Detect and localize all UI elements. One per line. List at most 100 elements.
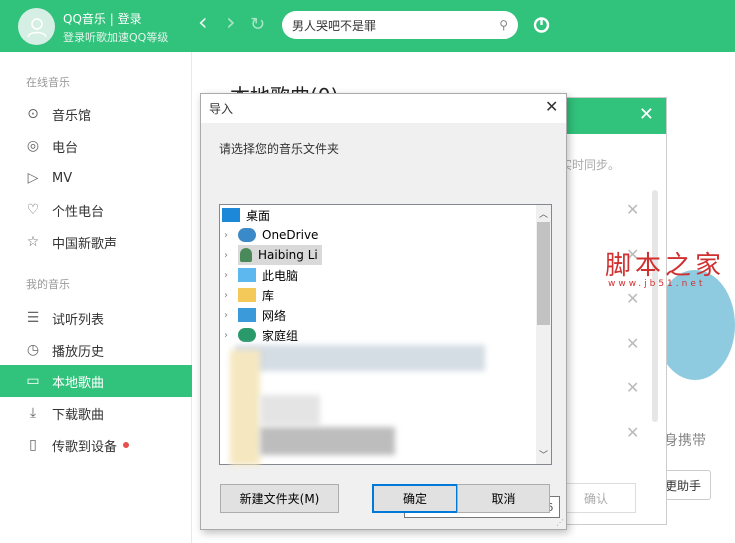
search-icon[interactable]: ⚲: [499, 18, 508, 32]
blurred-content: [260, 427, 395, 455]
chevron-right-icon[interactable]: ›: [224, 290, 238, 301]
user-icon: [240, 248, 252, 262]
sidebar-item-new-voice[interactable]: ☆ 中国新歌声: [0, 226, 192, 258]
remove-icon[interactable]: ✕: [626, 200, 639, 219]
sidebar-item-label: 传歌到设备: [52, 439, 118, 455]
remove-icon[interactable]: ✕: [626, 334, 639, 353]
music-hall-icon: ⊙: [27, 106, 39, 122]
chevron-right-icon[interactable]: ›: [224, 330, 238, 341]
sidebar-item-music-hall[interactable]: ⊙ 音乐馆: [0, 98, 192, 130]
dialog-titlebar: 导入: [201, 94, 566, 123]
tree-node-user[interactable]: › Haibing Li: [224, 245, 322, 265]
notification-badge: [123, 442, 130, 448]
remove-icon[interactable]: ✕: [626, 423, 639, 442]
chevron-right-icon[interactable]: ›: [224, 230, 238, 241]
sidebar-item-mv[interactable]: ▷ MV: [0, 162, 192, 194]
remove-icon[interactable]: ✕: [626, 289, 639, 308]
heart-icon: ♡: [26, 202, 40, 218]
blurred-content: [260, 395, 320, 425]
tree-node-network[interactable]: › 网络: [224, 305, 286, 325]
login-title[interactable]: QQ音乐 | 登录: [63, 10, 142, 27]
network-icon: [238, 308, 256, 322]
sidebar-item-label: 本地歌曲: [52, 375, 105, 391]
background-dialog: ✕ 实时同步。 确认: [555, 97, 667, 525]
sidebar-item-device[interactable]: ▯ 传歌到设备: [0, 429, 192, 461]
forward-button[interactable]: ›: [226, 8, 236, 36]
blurred-content: [230, 350, 260, 465]
sidebar-item-label: 下载歌曲: [52, 407, 105, 423]
star-icon: ☆: [26, 234, 40, 250]
sync-text: 实时同步。: [560, 158, 621, 172]
search-input[interactable]: 男人哭吧不是罪 ⚲: [282, 11, 518, 39]
node-label: 网络: [262, 308, 287, 323]
import-dialog: 导入 ✕ 请选择您的音乐文件夹 桌面 › OneDrive › Haibing Li…: [200, 93, 567, 530]
scrollbar-thumb[interactable]: [537, 222, 550, 325]
sidebar-item-label: 试听列表: [52, 312, 105, 328]
search-placeholder: 男人哭吧不是罪: [292, 18, 377, 33]
refresh-button[interactable]: ↻: [250, 14, 265, 35]
remove-icon[interactable]: ✕: [626, 378, 639, 397]
confirm-button[interactable]: 确认: [556, 483, 636, 513]
playlist-icon: ☰: [26, 310, 40, 326]
folder-tree[interactable]: 桌面 › OneDrive › Haibing Li › 此电脑 › 库 › 网络 › 家庭…: [219, 204, 560, 518]
tree-node-libraries[interactable]: › 库: [224, 285, 274, 305]
chevron-up-icon[interactable]: ︿: [539, 207, 548, 220]
clock-icon: ◷: [26, 342, 40, 358]
section-my-music: 我的音乐: [26, 278, 70, 291]
sidebar-item-label: MV: [52, 170, 73, 186]
chevron-right-icon[interactable]: ›: [224, 310, 238, 321]
sidebar-item-downloads[interactable]: ⤓ 下载歌曲: [0, 397, 192, 429]
cancel-button[interactable]: 取消: [457, 484, 550, 513]
sidebar: 在线音乐 ⊙ 音乐馆 ◎ 电台 ▷ MV ♡ 个性电台 ☆ 中国新歌声 我的音乐 ☰ 试听列…: [0, 52, 192, 543]
node-label: 桌面: [246, 208, 271, 223]
desktop-icon: [222, 208, 240, 222]
tree-node-onedrive[interactable]: › OneDrive: [224, 225, 318, 245]
watermark-url: www.jb51.net: [608, 279, 706, 289]
sidebar-item-label: 中国新歌声: [52, 236, 118, 252]
tree-node-homegroup[interactable]: › 家庭组: [224, 325, 298, 345]
close-icon[interactable]: ✕: [545, 97, 558, 116]
resize-grip-icon[interactable]: ⋰: [556, 518, 564, 527]
sidebar-item-label: 电台: [52, 140, 79, 156]
scrollbar[interactable]: [652, 190, 658, 422]
library-icon: [238, 288, 256, 302]
top-bar: QQ音乐 | 登录 登录听歌加速QQ等级 ‹ › ↻ 男人哭吧不是罪 ⚲: [0, 0, 735, 52]
mv-icon: ▷: [27, 170, 39, 186]
tree-node-this-pc[interactable]: › 此电脑: [224, 265, 298, 285]
sidebar-item-label: 播放历史: [52, 344, 105, 360]
node-label: 此电脑: [262, 268, 299, 283]
new-folder-button[interactable]: 新建文件夹(M): [220, 484, 339, 513]
chevron-right-icon[interactable]: ›: [224, 270, 238, 281]
tree-node-desktop[interactable]: 桌面: [222, 205, 270, 225]
blurred-content: [235, 345, 485, 371]
monitor-icon: ▭: [26, 373, 40, 389]
sidebar-item-label: 音乐馆: [52, 108, 92, 124]
back-button[interactable]: ‹: [198, 8, 208, 36]
chevron-down-icon[interactable]: ﹀: [539, 448, 548, 461]
computer-icon: [238, 268, 256, 282]
sidebar-item-label: 个性电台: [52, 204, 105, 220]
sidebar-item-history[interactable]: ◷ 播放历史: [0, 334, 192, 366]
node-label: OneDrive: [262, 228, 319, 242]
login-subtitle: 登录听歌加速QQ等级: [63, 31, 169, 44]
scrollbar[interactable]: ︿ ﹀: [536, 205, 551, 464]
carry-text: 身携带: [664, 433, 706, 449]
ok-button[interactable]: 确定: [372, 484, 458, 513]
avatar[interactable]: [18, 8, 55, 45]
dialog-title: 导入: [209, 102, 234, 116]
sidebar-item-playlist[interactable]: ☰ 试听列表: [0, 302, 192, 334]
sidebar-item-radio[interactable]: ◎ 电台: [0, 130, 192, 162]
chevron-right-icon[interactable]: ›: [224, 250, 238, 261]
close-icon[interactable]: ✕: [556, 98, 666, 134]
radio-icon: ◎: [26, 138, 40, 154]
device-icon: ▯: [29, 437, 37, 453]
sidebar-item-local-songs[interactable]: ▭ 本地歌曲: [0, 365, 192, 397]
homegroup-icon: [238, 328, 256, 342]
node-label: Haibing Li: [258, 248, 318, 262]
power-icon[interactable]: [533, 16, 550, 36]
cloud-icon: [238, 228, 256, 242]
sidebar-item-personal-radio[interactable]: ♡ 个性电台: [0, 194, 192, 226]
section-online: 在线音乐: [26, 76, 70, 89]
dialog-prompt: 请选择您的音乐文件夹: [219, 142, 340, 156]
watermark-logo: 脚本之家: [605, 251, 726, 281]
